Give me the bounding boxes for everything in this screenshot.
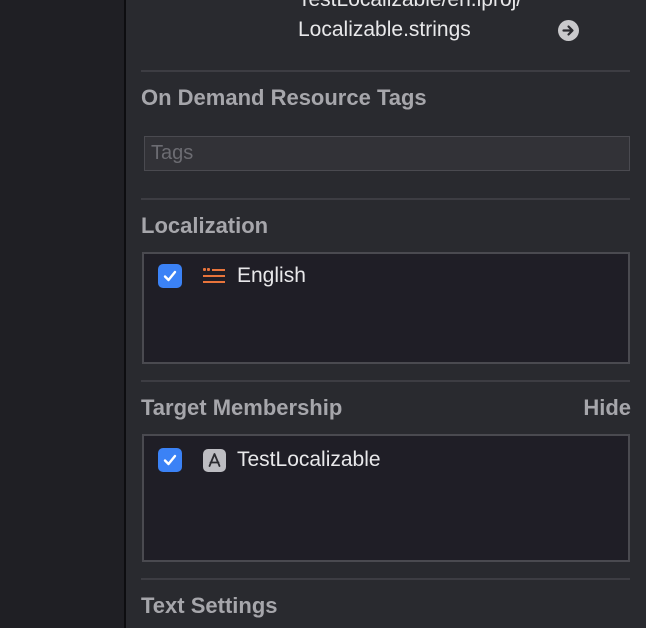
localization-checkbox-english[interactable] bbox=[158, 264, 182, 288]
target-checkbox-testlocalizable[interactable] bbox=[158, 448, 182, 472]
section-divider bbox=[141, 70, 630, 72]
section-title-odr: On Demand Resource Tags bbox=[141, 85, 427, 110]
navigator-pane bbox=[0, 0, 124, 628]
arrow-circle-right-icon[interactable] bbox=[558, 20, 579, 41]
target-row-testlocalizable: TestLocalizable bbox=[158, 447, 381, 473]
tags-input[interactable] bbox=[144, 136, 630, 171]
section-divider bbox=[141, 380, 630, 382]
section-title-target-membership: Target Membership bbox=[141, 395, 343, 420]
section-title-text-settings: Text Settings bbox=[141, 593, 278, 618]
section-title-localization: Localization bbox=[141, 213, 269, 238]
file-path-line1: TestLocalizable/en.lproj/ bbox=[298, 0, 522, 12]
section-divider bbox=[141, 578, 630, 580]
file-path-line2: Localizable.strings bbox=[298, 18, 471, 41]
app-target-icon bbox=[202, 448, 226, 472]
strings-file-icon bbox=[202, 264, 226, 288]
localization-list: English bbox=[142, 252, 630, 364]
hide-button[interactable]: Hide bbox=[583, 395, 631, 421]
localization-row-english: English bbox=[158, 263, 306, 289]
section-divider bbox=[141, 198, 630, 200]
target-membership-list: TestLocalizable bbox=[142, 434, 630, 562]
localization-label-english: English bbox=[237, 264, 306, 287]
target-label-testlocalizable: TestLocalizable bbox=[237, 448, 381, 471]
